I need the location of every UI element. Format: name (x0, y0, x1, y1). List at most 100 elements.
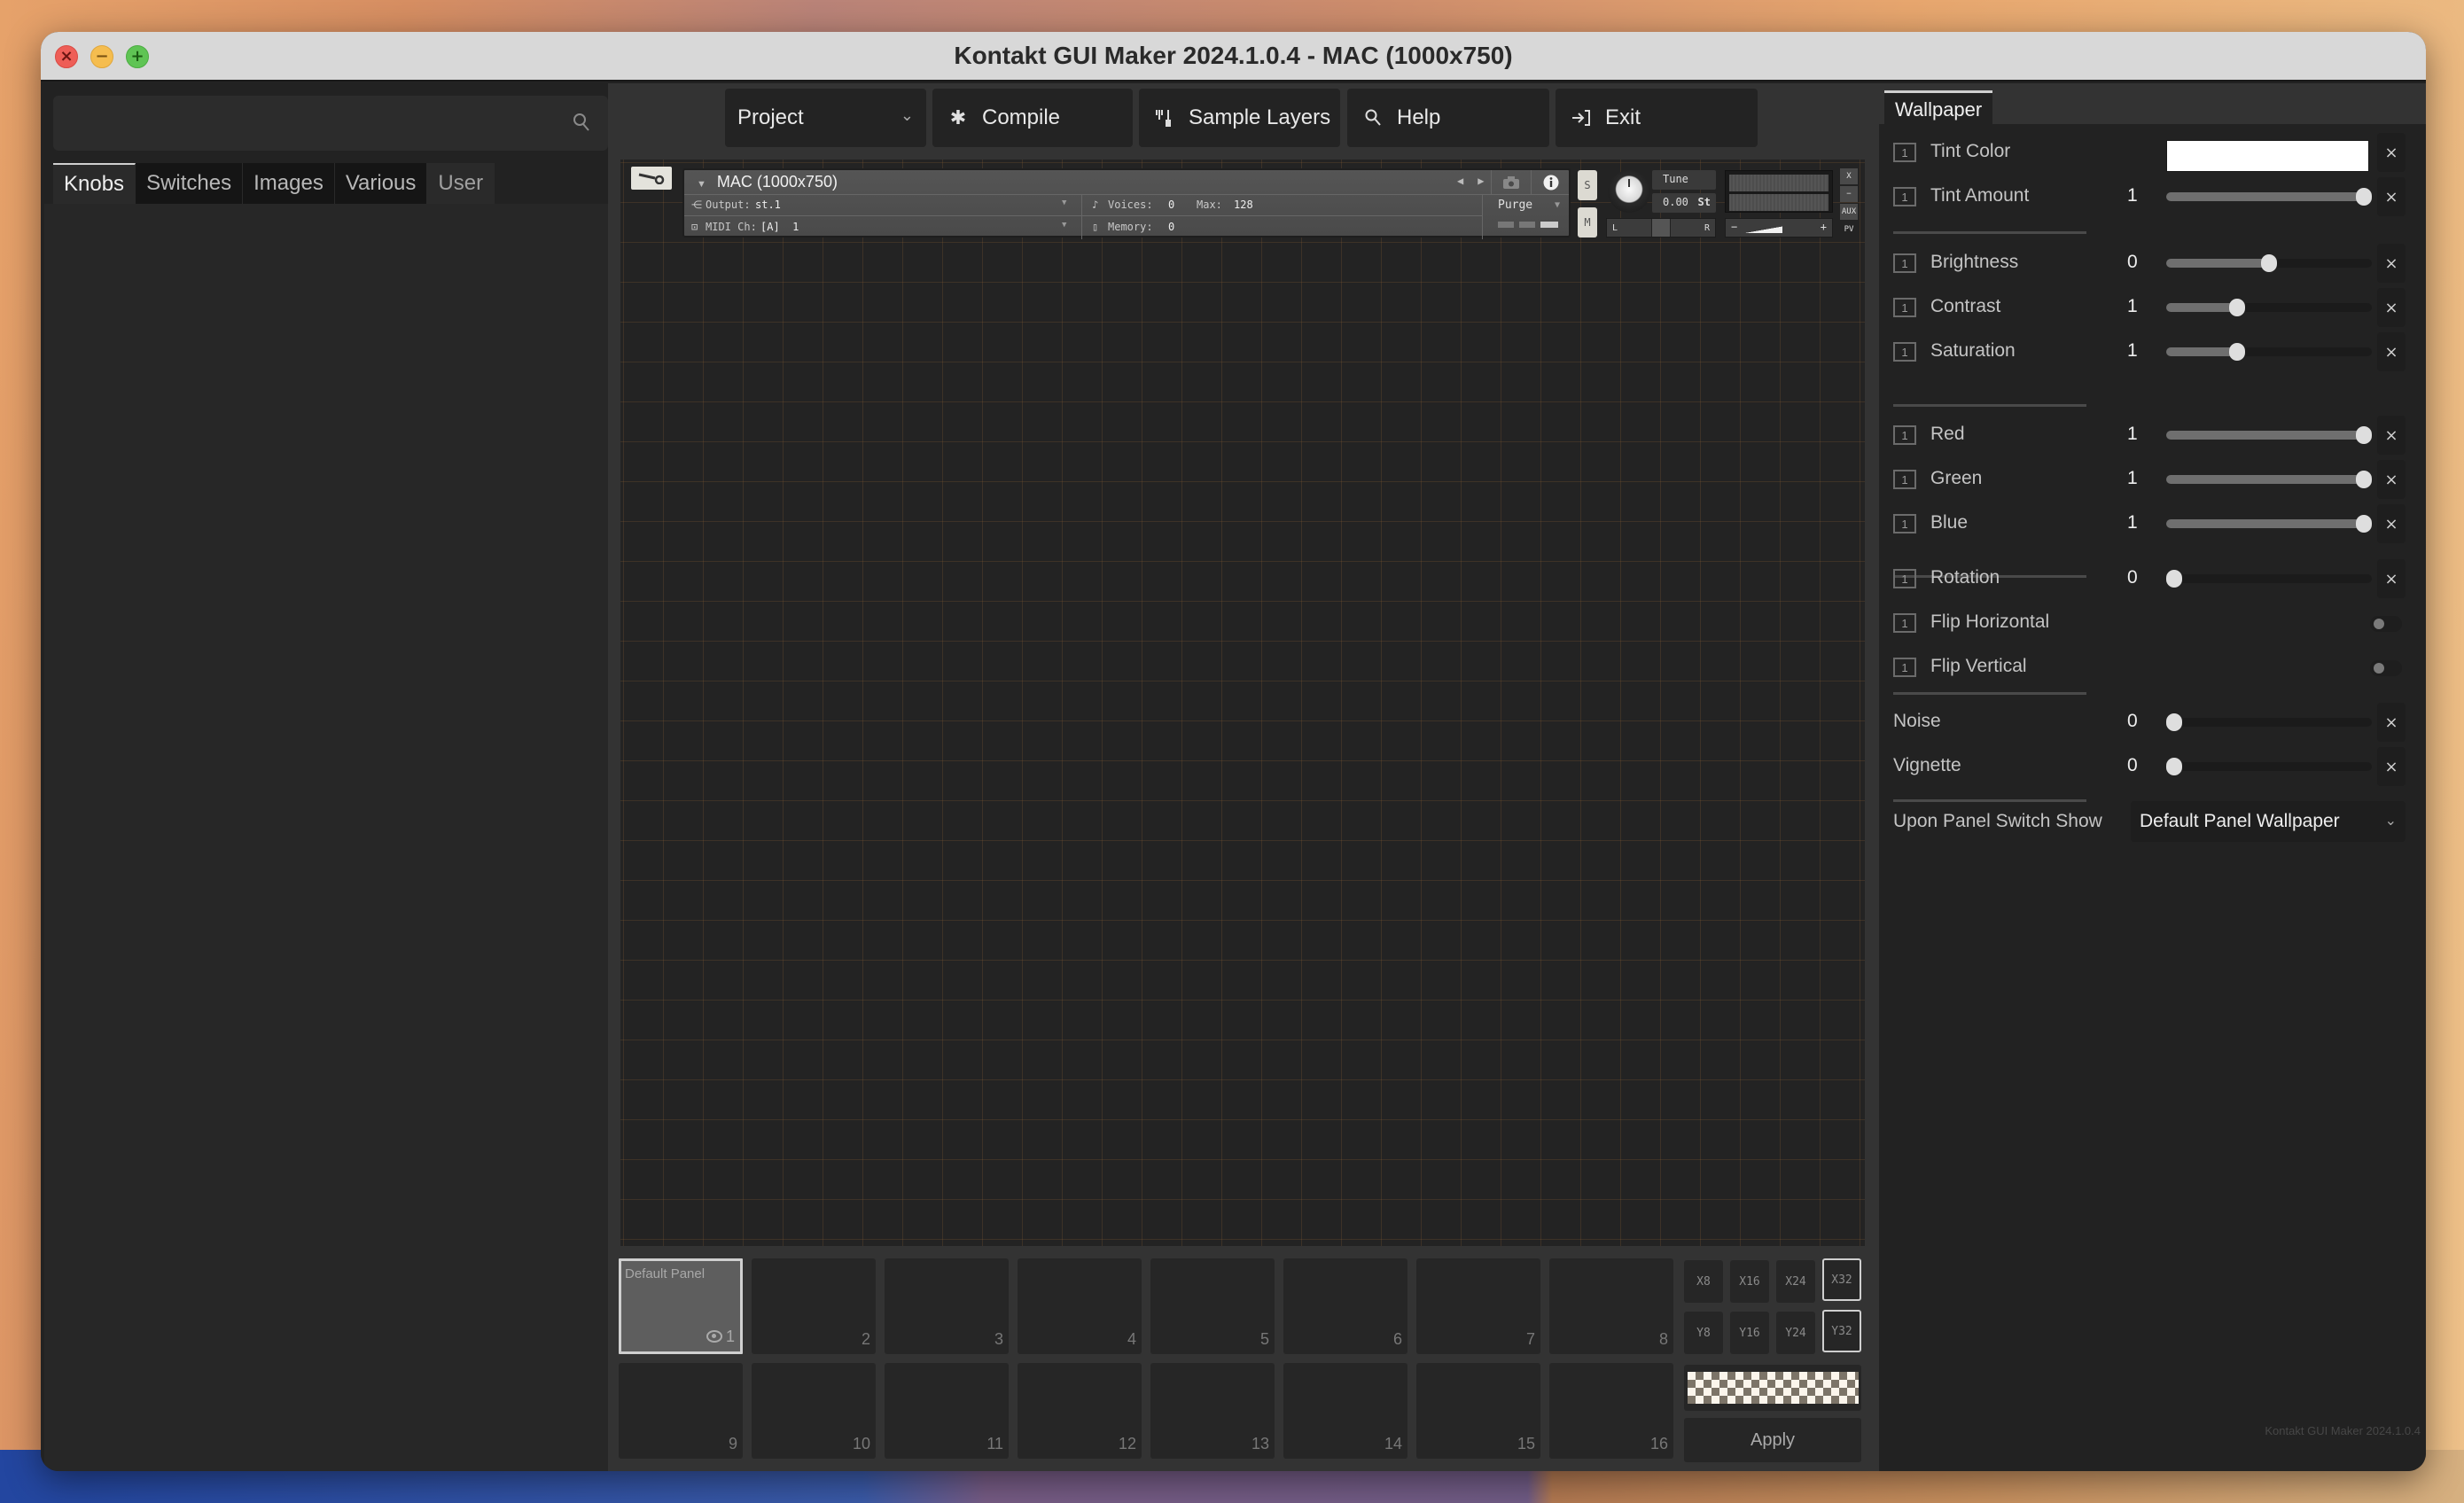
volume-slider[interactable]: − + (1725, 218, 1833, 238)
slider-thumb[interactable] (2166, 758, 2182, 775)
panel-cell-7[interactable]: 7 (1416, 1258, 1540, 1354)
purge-menu[interactable]: Purge (1498, 199, 1532, 212)
reset-button[interactable]: × (2377, 416, 2406, 455)
panel-cell-11[interactable]: 11 (885, 1363, 1009, 1459)
flip-vertical-toggle[interactable] (2370, 660, 2402, 676)
blue-slider[interactable] (2166, 515, 2372, 533)
reset-button[interactable]: × (2377, 504, 2406, 543)
lock-toggle[interactable]: 1 (1893, 342, 1916, 362)
panel-cell-3[interactable]: 3 (885, 1258, 1009, 1354)
apply-button[interactable]: Apply (1684, 1418, 1861, 1462)
reset-button[interactable]: × (2377, 703, 2406, 742)
reset-button[interactable]: × (2377, 332, 2406, 371)
help-button[interactable]: Help (1347, 89, 1549, 147)
flip-horizontal-toggle[interactable] (2370, 616, 2402, 632)
slider-thumb[interactable] (2356, 471, 2372, 488)
tune-value[interactable]: 0.00 St (1652, 193, 1716, 213)
panel-cell-5[interactable]: 5 (1150, 1258, 1275, 1354)
panel-cell-8[interactable]: 8 (1549, 1258, 1673, 1354)
midi-channel-value[interactable]: [A] 1 (760, 221, 799, 233)
lock-toggle[interactable]: 1 (1893, 425, 1916, 445)
lock-toggle[interactable]: 1 (1893, 298, 1916, 317)
instrument-options-button[interactable] (631, 167, 672, 190)
slider-thumb[interactable] (2229, 343, 2245, 361)
slider-thumb[interactable] (2356, 426, 2372, 444)
noise-slider[interactable] (2166, 713, 2372, 731)
solo-button[interactable]: S (1578, 170, 1597, 200)
snapshot-button[interactable] (1491, 170, 1530, 195)
panel-cell-4[interactable]: 4 (1018, 1258, 1142, 1354)
output-dropdown-arrow[interactable]: ▼ (1062, 199, 1066, 207)
red-slider[interactable] (2166, 426, 2372, 444)
lock-toggle[interactable]: 1 (1893, 569, 1916, 588)
tune-knob[interactable] (1608, 170, 1650, 213)
grid-x32-button[interactable]: X32 (1822, 1258, 1861, 1301)
grid-y24-button[interactable]: Y24 (1776, 1312, 1815, 1354)
project-menu-button[interactable]: Project ⌄ (725, 89, 926, 147)
compile-button[interactable]: ✱ Compile (932, 89, 1133, 147)
reset-button[interactable]: × (2377, 747, 2406, 786)
tab-wallpaper[interactable]: Wallpaper (1884, 90, 1993, 126)
grid-y16-button[interactable]: Y16 (1730, 1312, 1769, 1354)
slider-thumb[interactable] (2261, 254, 2277, 272)
sample-layers-button[interactable]: Sample Layers (1139, 89, 1340, 147)
panel-cell-15[interactable]: 15 (1416, 1363, 1540, 1459)
saturation-slider[interactable] (2166, 343, 2372, 361)
reset-button[interactable]: × (2377, 288, 2406, 327)
remove-instrument-button[interactable]: X (1840, 168, 1858, 184)
grid-x16-button[interactable]: X16 (1730, 1260, 1769, 1303)
grid-y8-button[interactable]: Y8 (1684, 1312, 1723, 1354)
panel-switch-dropdown[interactable]: Default Panel Wallpaper ⌄ (2131, 801, 2406, 842)
maximize-window-button[interactable]: + (126, 45, 149, 68)
info-button[interactable] (1531, 170, 1571, 195)
grid-y32-button[interactable]: Y32 (1822, 1310, 1861, 1352)
panel-cell-10[interactable]: 10 (752, 1363, 876, 1459)
panel-cell-13[interactable]: 13 (1150, 1363, 1275, 1459)
brightness-slider[interactable] (2166, 254, 2372, 272)
minimize-window-button[interactable]: − (90, 45, 113, 68)
aux-button[interactable]: AUX (1840, 204, 1858, 220)
panel-cell-14[interactable]: 14 (1283, 1363, 1407, 1459)
grid-x24-button[interactable]: X24 (1776, 1260, 1815, 1303)
tab-user[interactable]: User (427, 163, 495, 204)
reset-button[interactable]: × (2377, 460, 2406, 499)
minimize-instrument-button[interactable]: − (1840, 186, 1858, 202)
tab-knobs[interactable]: Knobs (53, 163, 136, 204)
green-slider[interactable] (2166, 471, 2372, 488)
design-canvas[interactable]: ▼ MAC (1000x750) ◀▶ ⋲ Output: st.1 ▼ ♪ V… (620, 160, 1865, 1246)
slider-thumb[interactable] (2166, 570, 2182, 588)
contrast-slider[interactable] (2166, 299, 2372, 316)
panel-cell-1[interactable]: Default Panel 1 (619, 1258, 743, 1354)
reset-button[interactable]: × (2377, 244, 2406, 283)
lock-toggle[interactable]: 1 (1893, 187, 1916, 206)
panel-cell-16[interactable]: 16 (1549, 1363, 1673, 1459)
lock-toggle[interactable]: 1 (1893, 658, 1916, 677)
lock-toggle[interactable]: 1 (1893, 143, 1916, 162)
purge-dropdown-arrow[interactable]: ▼ (1555, 200, 1560, 210)
grid-x8-button[interactable]: X8 (1684, 1260, 1723, 1303)
tab-images[interactable]: Images (243, 163, 335, 204)
tab-various[interactable]: Various (334, 163, 428, 204)
max-voices-value[interactable]: 128 (1234, 199, 1253, 211)
reset-button[interactable]: × (2377, 133, 2406, 172)
background-preview[interactable] (1684, 1365, 1861, 1411)
instrument-name[interactable]: ▼ MAC (1000x750) (697, 173, 838, 191)
eye-icon[interactable] (706, 1330, 722, 1343)
lock-toggle[interactable]: 1 (1893, 613, 1916, 633)
pv-button[interactable]: PV (1840, 222, 1858, 238)
pan-slider[interactable]: L R (1606, 218, 1716, 238)
output-value[interactable]: st.1 (755, 199, 781, 211)
panel-cell-9[interactable]: 9 (619, 1363, 743, 1459)
lock-toggle[interactable]: 1 (1893, 253, 1916, 273)
slider-thumb[interactable] (2166, 713, 2182, 731)
mute-button[interactable]: M (1578, 207, 1597, 238)
reset-button[interactable]: × (2377, 177, 2406, 216)
tint-amount-slider[interactable] (2166, 188, 2372, 206)
exit-button[interactable]: Exit (1556, 89, 1758, 147)
rotation-slider[interactable] (2166, 570, 2372, 588)
panel-cell-6[interactable]: 6 (1283, 1258, 1407, 1354)
close-window-button[interactable]: × (55, 45, 78, 68)
lock-toggle[interactable]: 1 (1893, 470, 1916, 489)
slider-thumb[interactable] (2356, 515, 2372, 533)
reset-button[interactable]: × (2377, 559, 2406, 598)
